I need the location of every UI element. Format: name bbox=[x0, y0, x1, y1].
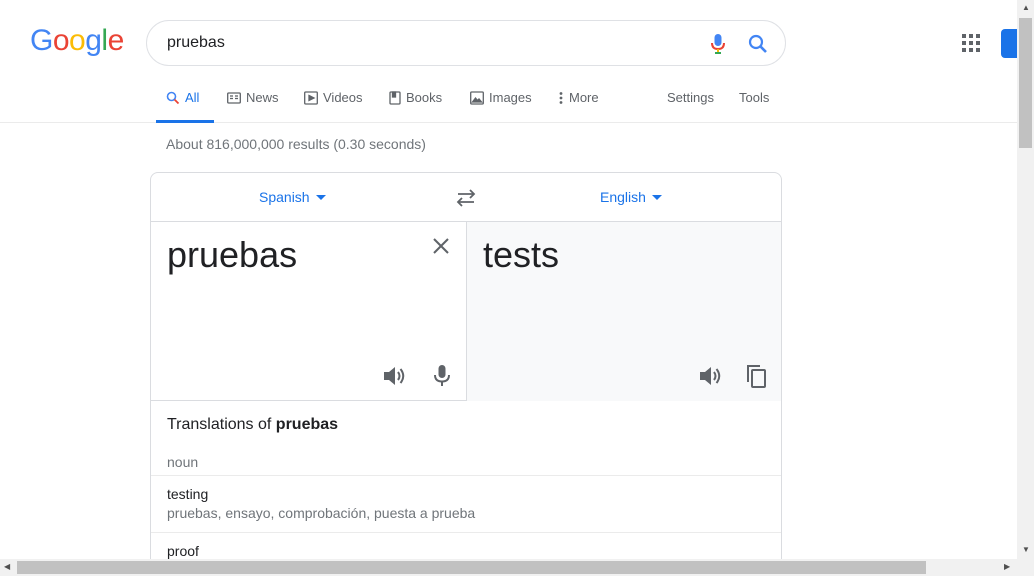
listen-source-button[interactable] bbox=[381, 363, 407, 389]
translated-text: tests bbox=[483, 234, 560, 275]
scroll-left-arrow-icon[interactable]: ◀ bbox=[4, 562, 10, 571]
search-icon bbox=[748, 34, 767, 53]
horizontal-scrollbar[interactable]: ◀ ▶ bbox=[0, 559, 1034, 576]
horizontal-scroll-thumb[interactable] bbox=[17, 561, 926, 574]
tab-label: Videos bbox=[323, 90, 363, 105]
search-button[interactable] bbox=[747, 32, 769, 56]
scroll-right-arrow-icon[interactable]: ▶ bbox=[1004, 562, 1010, 571]
tab-label: Settings bbox=[667, 90, 714, 105]
translate-card: Spanish English pruebas tests Translatio… bbox=[150, 172, 782, 572]
tab-label: Tools bbox=[739, 90, 770, 105]
search-input[interactable] bbox=[167, 32, 687, 54]
result-stats: About 816,000,000 results (0.30 seconds) bbox=[166, 136, 426, 152]
translations-prefix: Translations of bbox=[167, 416, 276, 433]
tab-books[interactable]: Books bbox=[389, 90, 442, 123]
source-text-pane[interactable]: pruebas bbox=[151, 222, 467, 401]
more-vert-icon bbox=[559, 92, 563, 104]
vertical-scrollbar[interactable]: ▲ ▼ bbox=[1017, 0, 1034, 559]
search-icon bbox=[166, 91, 180, 105]
swap-icon bbox=[456, 189, 476, 207]
voice-input-button[interactable] bbox=[429, 363, 455, 389]
listen-translation-button[interactable] bbox=[697, 363, 723, 389]
logo-letter: e bbox=[107, 24, 125, 57]
target-language-label: English bbox=[600, 189, 646, 205]
tab-label: More bbox=[569, 90, 599, 105]
tab-images[interactable]: Images bbox=[470, 90, 532, 123]
dropdown-arrow-icon bbox=[315, 194, 326, 200]
tab-videos[interactable]: Videos bbox=[304, 90, 363, 123]
speaker-icon bbox=[384, 367, 405, 385]
speaker-icon bbox=[700, 367, 721, 385]
translation-word: testing bbox=[167, 486, 209, 502]
tab-label: All bbox=[185, 90, 200, 105]
translation-panes: pruebas tests bbox=[151, 222, 781, 401]
language-selector-row: Spanish English bbox=[151, 173, 781, 222]
voice-search-button[interactable] bbox=[707, 32, 729, 56]
play-icon bbox=[304, 91, 318, 105]
tab-settings[interactable]: Settings bbox=[667, 90, 714, 123]
source-language-label: Spanish bbox=[259, 189, 310, 205]
vertical-scroll-thumb[interactable] bbox=[1019, 18, 1032, 148]
tab-label: Books bbox=[406, 90, 443, 105]
copy-icon bbox=[747, 365, 766, 388]
close-icon bbox=[433, 238, 449, 254]
logo-letter: G bbox=[30, 24, 53, 57]
tab-tools[interactable]: Tools bbox=[739, 90, 769, 123]
tab-label: Images bbox=[489, 90, 532, 105]
translation-entry: testing pruebas, ensayo, comprobación, p… bbox=[151, 475, 781, 532]
logo-letter: g bbox=[85, 24, 102, 57]
dropdown-arrow-icon bbox=[651, 194, 662, 200]
google-apps-button[interactable] bbox=[962, 34, 980, 52]
search-tabs: All News Videos Books Images More Settin… bbox=[0, 80, 1018, 123]
book-icon bbox=[389, 91, 401, 105]
copy-translation-button[interactable] bbox=[744, 363, 770, 389]
tab-all[interactable]: All bbox=[156, 90, 214, 123]
part-of-speech-label: noun bbox=[167, 454, 199, 470]
translation-synonyms: pruebas, ensayo, comprobación, puesta a … bbox=[167, 505, 476, 521]
tab-more[interactable]: More bbox=[558, 90, 599, 123]
image-icon bbox=[470, 91, 484, 105]
tab-label: News bbox=[246, 90, 279, 105]
scroll-up-arrow-icon[interactable]: ▲ bbox=[1022, 3, 1030, 12]
translations-heading: Translations of pruebas bbox=[167, 416, 338, 434]
logo-letter: o bbox=[69, 24, 86, 57]
source-language-select[interactable]: Spanish bbox=[259, 189, 326, 205]
translations-word: pruebas bbox=[275, 416, 339, 433]
clear-text-button[interactable] bbox=[431, 236, 451, 256]
scroll-down-arrow-icon[interactable]: ▼ bbox=[1022, 545, 1030, 554]
source-text[interactable]: pruebas bbox=[167, 234, 297, 276]
logo-letter: o bbox=[52, 24, 70, 57]
mic-icon bbox=[434, 365, 450, 386]
search-box bbox=[146, 20, 786, 66]
search-results-page: Google pruebas All News Videos Books Ima… bbox=[0, 0, 1034, 576]
news-icon bbox=[227, 92, 241, 104]
translation-word: proof bbox=[167, 543, 199, 559]
mic-icon bbox=[711, 34, 725, 54]
swap-languages-button[interactable] bbox=[455, 189, 477, 207]
target-language-select[interactable]: English bbox=[600, 189, 662, 205]
target-text-pane: tests bbox=[467, 222, 781, 401]
tab-news[interactable]: News bbox=[227, 90, 279, 123]
apps-grid-icon bbox=[962, 34, 980, 52]
google-logo[interactable]: Google bbox=[30, 24, 124, 58]
